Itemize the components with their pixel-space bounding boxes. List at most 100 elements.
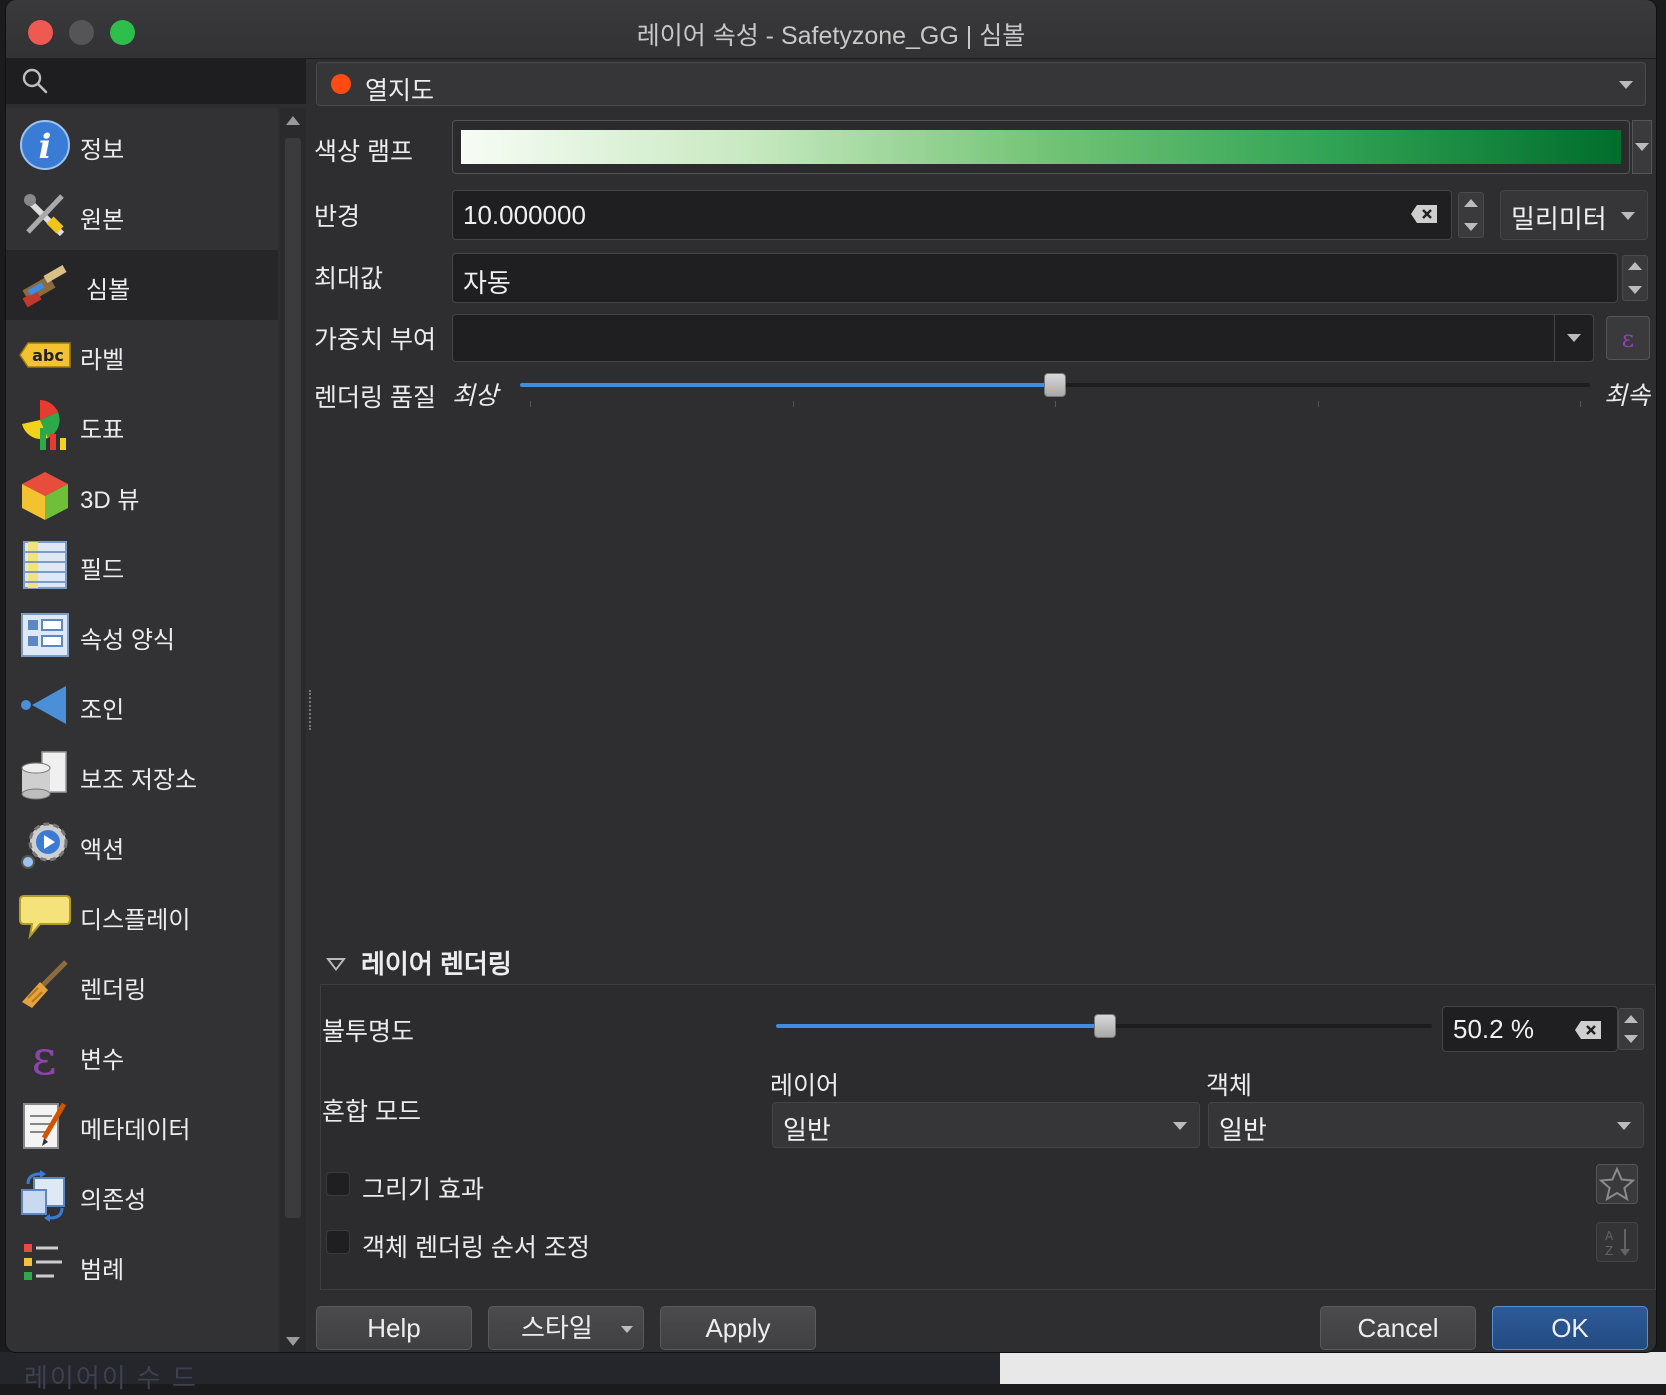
opacity-slider-handle[interactable] xyxy=(1094,1014,1116,1038)
draw-effects-button[interactable] xyxy=(1596,1164,1638,1204)
radius-input[interactable]: 10.000000 xyxy=(452,190,1452,240)
quality-slider-tick xyxy=(530,401,531,407)
color-ramp-dropdown-button[interactable] xyxy=(1632,120,1652,174)
sidebar-search-input[interactable] xyxy=(6,58,306,104)
diagrams-icon xyxy=(22,400,66,450)
quality-slider-fill xyxy=(520,383,1055,387)
sidebar-item-legend[interactable]: 범례 xyxy=(6,1230,278,1300)
sidebar-item-label: 범례 xyxy=(80,1257,125,1284)
variables-epsilon-icon: ε xyxy=(32,1030,57,1082)
fields-table-icon xyxy=(23,541,67,589)
radius-unit-value: 밀리미터 xyxy=(1511,204,1607,234)
sidebar-item-rendering[interactable]: 렌더링 xyxy=(6,950,278,1020)
opacity-slider-track[interactable] xyxy=(776,1014,1432,1038)
joins-icon xyxy=(21,686,66,724)
sidebar-item-auxiliary-storage[interactable]: 보조 저장소 xyxy=(6,740,278,810)
draw-effects-checkbox[interactable] xyxy=(326,1172,350,1196)
sidebar-item-label: 원본 xyxy=(80,207,125,234)
renderer-type-select[interactable]: 열지도 xyxy=(316,62,1646,106)
clear-icon[interactable] xyxy=(1411,205,1437,223)
sidebar-item-label: 속성 양식 xyxy=(80,627,175,654)
sidebar-item-diagrams[interactable]: 도표 xyxy=(6,390,278,460)
scroll-down-arrow-icon[interactable] xyxy=(286,1337,300,1346)
weight-field-select[interactable] xyxy=(452,314,1594,362)
opacity-stepper[interactable] xyxy=(1618,1008,1644,1050)
sidebar-item-label: 메타데이터 xyxy=(80,1117,191,1144)
symbology-brush-icon xyxy=(22,265,67,308)
sidebar-item-dependencies[interactable]: 의존성 xyxy=(6,1160,278,1230)
renderer-selected-value: 열지도 xyxy=(365,77,435,105)
opacity-slider-fill xyxy=(776,1024,1105,1028)
quality-slider-track[interactable] xyxy=(520,373,1590,397)
sidebar-item-actions[interactable]: 액션 xyxy=(6,810,278,880)
chevron-down-icon xyxy=(1173,1122,1187,1130)
metadata-notepad-icon xyxy=(23,1102,67,1149)
layer-rendering-title[interactable]: 레이어 렌더링 xyxy=(361,944,512,981)
radius-unit-select[interactable]: 밀리미터 xyxy=(1500,190,1648,240)
auxiliary-storage-icon xyxy=(21,751,67,800)
quality-slider-handle[interactable] xyxy=(1044,373,1066,397)
title-bar: 레이어 속성 - Safetyzone_GG | 심볼 xyxy=(6,0,1656,59)
sidebar-item-fields[interactable]: 필드 xyxy=(6,530,278,600)
sidebar-item-label: 조인 xyxy=(80,697,125,724)
sort-az-icon: AZ xyxy=(1605,1229,1630,1258)
color-ramp-button[interactable] xyxy=(452,120,1630,174)
chevron-down-icon xyxy=(1635,143,1649,151)
expression-epsilon-icon: ε xyxy=(1622,325,1634,353)
order-by-button[interactable]: AZ xyxy=(1596,1222,1638,1262)
svg-text:i: i xyxy=(39,127,52,167)
sidebar-item-labels[interactable]: abc 라벨 xyxy=(6,320,278,390)
ok-button[interactable]: OK xyxy=(1492,1306,1648,1350)
opacity-input[interactable]: 50.2 % xyxy=(1442,1006,1618,1052)
cancel-button[interactable]: Cancel xyxy=(1320,1306,1476,1350)
weight-dropdown-button[interactable] xyxy=(1554,315,1593,361)
apply-button[interactable]: Apply xyxy=(660,1306,816,1350)
help-button[interactable]: Help xyxy=(316,1306,472,1350)
sidebar-item-display[interactable]: 디스플레이 xyxy=(6,880,278,950)
order-by-checkbox[interactable] xyxy=(326,1230,350,1254)
splitter-handle[interactable] xyxy=(309,690,315,730)
background-window xyxy=(1000,1352,1666,1384)
sidebar-item-label: 보조 저장소 xyxy=(80,767,198,794)
heatmap-dot-icon xyxy=(331,74,351,94)
scroll-up-arrow-icon[interactable] xyxy=(286,116,300,125)
max-value-stepper[interactable] xyxy=(1622,255,1648,301)
object-blend-mode-select[interactable]: 일반 xyxy=(1208,1102,1644,1148)
radius-stepper[interactable] xyxy=(1458,192,1484,238)
sidebar-scroll-thumb[interactable] xyxy=(285,138,301,1218)
opacity-label: 불투명도 xyxy=(322,1018,415,1046)
blend-object-column-label: 객체 xyxy=(1206,1072,1253,1100)
blend-mode-label: 혼합 모드 xyxy=(322,1098,421,1126)
max-value-value: 자동 xyxy=(463,268,511,298)
sidebar-item-source[interactable]: 원본 xyxy=(6,180,278,250)
sidebar-item-joins[interactable]: 조인 xyxy=(6,670,278,740)
search-icon xyxy=(22,68,48,94)
star-icon xyxy=(1598,1166,1636,1202)
max-value-label: 최대값 xyxy=(314,265,384,293)
style-button[interactable]: 스타일 xyxy=(488,1306,644,1350)
chevron-down-icon xyxy=(1621,212,1635,220)
svg-text:ε: ε xyxy=(32,1030,57,1082)
sidebar-item-info[interactable]: i 정보 xyxy=(6,110,278,180)
data-defined-override-button[interactable]: ε xyxy=(1606,316,1650,360)
sidebar-item-3d-view[interactable]: 3D 뷰 xyxy=(6,460,278,530)
dependencies-icon xyxy=(21,1170,65,1222)
sidebar-item-label: 도표 xyxy=(80,417,125,444)
background-ghost-text: 레이어이 수 드 xyxy=(24,1363,198,1393)
clear-icon[interactable] xyxy=(1575,1021,1601,1039)
sidebar-scrollbar[interactable] xyxy=(280,108,306,1352)
max-value-input[interactable]: 자동 xyxy=(452,253,1618,303)
chevron-down-icon xyxy=(1617,1122,1631,1130)
attributes-form-icon xyxy=(21,613,69,657)
quality-label: 렌더링 품질 xyxy=(314,384,436,412)
sidebar-item-variables[interactable]: ε 변수 xyxy=(6,1020,278,1090)
quality-min-label: 최상 xyxy=(452,382,499,410)
source-tools-icon xyxy=(23,194,65,237)
sidebar-item-label: 필드 xyxy=(80,557,125,584)
sidebar-item-metadata[interactable]: 메타데이터 xyxy=(6,1090,278,1160)
layer-blend-mode-select[interactable]: 일반 xyxy=(772,1102,1200,1148)
sidebar-item-label: 디스플레이 xyxy=(80,907,191,934)
sidebar-item-symbology[interactable]: 심볼 xyxy=(6,250,278,320)
sidebar-item-attributes-form[interactable]: 속성 양식 xyxy=(6,600,278,670)
object-blend-mode-value: 일반 xyxy=(1219,1115,1267,1145)
